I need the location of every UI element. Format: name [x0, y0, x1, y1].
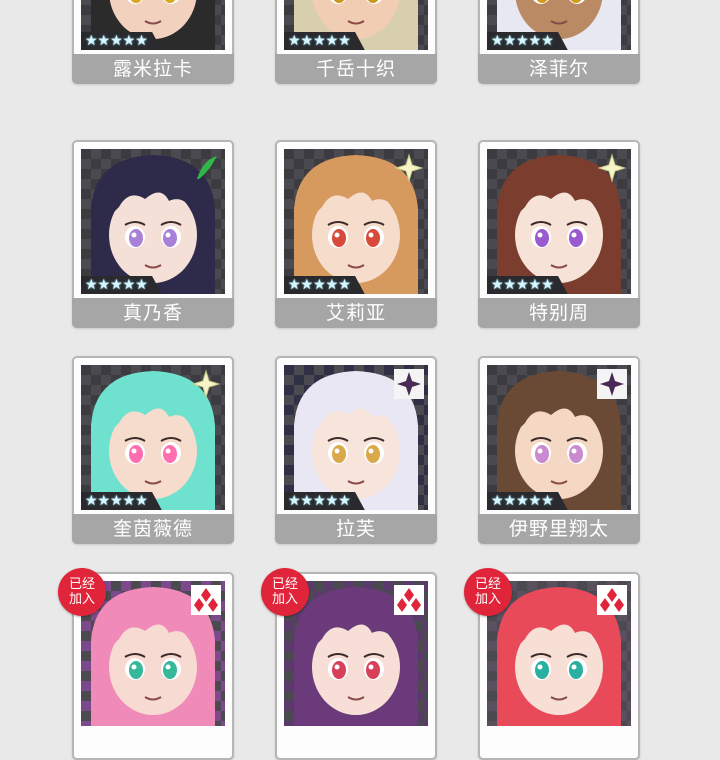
character-name: 千岳十织 [275, 54, 437, 84]
character-name: 露米拉卡 [72, 54, 234, 84]
character-grid: ★★★★★ 露米拉卡 ★★★★★ 千岳十织 ★★★★★ 泽菲尔 ★★★★★ 真乃香 ★★★★★ 艾… [0, 0, 720, 760]
character-card[interactable]: ★★★★★ 千岳十织 [275, 0, 437, 84]
star-dark-element-icon [394, 369, 424, 399]
diamond-red-element-icon [597, 585, 627, 615]
character-card[interactable]: ★★★★★ 真乃香 [72, 140, 234, 328]
character-card[interactable]: ★★★★★ 奎茵薇德 [72, 356, 234, 544]
rarity-stars: ★★★★★ [81, 276, 162, 294]
character-name: 泽菲尔 [478, 54, 640, 84]
character-card[interactable]: 已经 加入 [464, 568, 640, 760]
joined-badge: 已经 加入 [58, 568, 106, 616]
sparkle-light-element-icon [394, 153, 424, 183]
joined-badge: 已经 加入 [261, 568, 309, 616]
character-card[interactable]: ★★★★★ 伊野里翔太 [478, 356, 640, 544]
rarity-stars: ★★★★★ [284, 32, 365, 50]
character-name: 艾莉亚 [275, 298, 437, 328]
character-card[interactable]: ★★★★★ 露米拉卡 [72, 0, 234, 84]
character-name: 奎茵薇德 [72, 514, 234, 544]
character-name: 伊野里翔太 [478, 514, 640, 544]
star-dark-element-icon [597, 369, 627, 399]
rarity-stars: ★★★★★ [284, 492, 365, 510]
character-card[interactable]: 已经 加入 [58, 568, 234, 760]
leaf-green-element-icon [191, 153, 221, 183]
character-name: 拉芙 [275, 514, 437, 544]
character-portrait: ★★★★★ [81, 0, 225, 50]
character-portrait: ★★★★★ [487, 149, 631, 294]
character-portrait: ★★★★★ [487, 365, 631, 510]
character-card[interactable]: ★★★★★ 泽菲尔 [478, 0, 640, 84]
character-portrait: ★★★★★ [284, 0, 428, 50]
character-card[interactable]: ★★★★★ 拉芙 [275, 356, 437, 544]
character-name: 特别周 [478, 298, 640, 328]
character-name: 真乃香 [72, 298, 234, 328]
character-portrait: ★★★★★ [81, 365, 225, 510]
rarity-stars: ★★★★★ [487, 32, 568, 50]
character-card[interactable]: 已经 加入 [261, 568, 437, 760]
rarity-stars: ★★★★★ [81, 32, 162, 50]
rarity-stars: ★★★★★ [487, 276, 568, 294]
joined-badge: 已经 加入 [464, 568, 512, 616]
diamond-red-element-icon [191, 585, 221, 615]
character-portrait: ★★★★★ [284, 365, 428, 510]
sparkle-light-element-icon [597, 153, 627, 183]
diamond-red-element-icon [394, 585, 424, 615]
character-portrait: ★★★★★ [284, 149, 428, 294]
rarity-stars: ★★★★★ [81, 492, 162, 510]
rarity-stars: ★★★★★ [284, 276, 365, 294]
character-card[interactable]: ★★★★★ 特别周 [478, 140, 640, 328]
character-portrait: ★★★★★ [487, 0, 631, 50]
character-card[interactable]: ★★★★★ 艾莉亚 [275, 140, 437, 328]
character-portrait: ★★★★★ [81, 149, 225, 294]
rarity-stars: ★★★★★ [487, 492, 568, 510]
sparkle-light-element-icon [191, 369, 221, 399]
